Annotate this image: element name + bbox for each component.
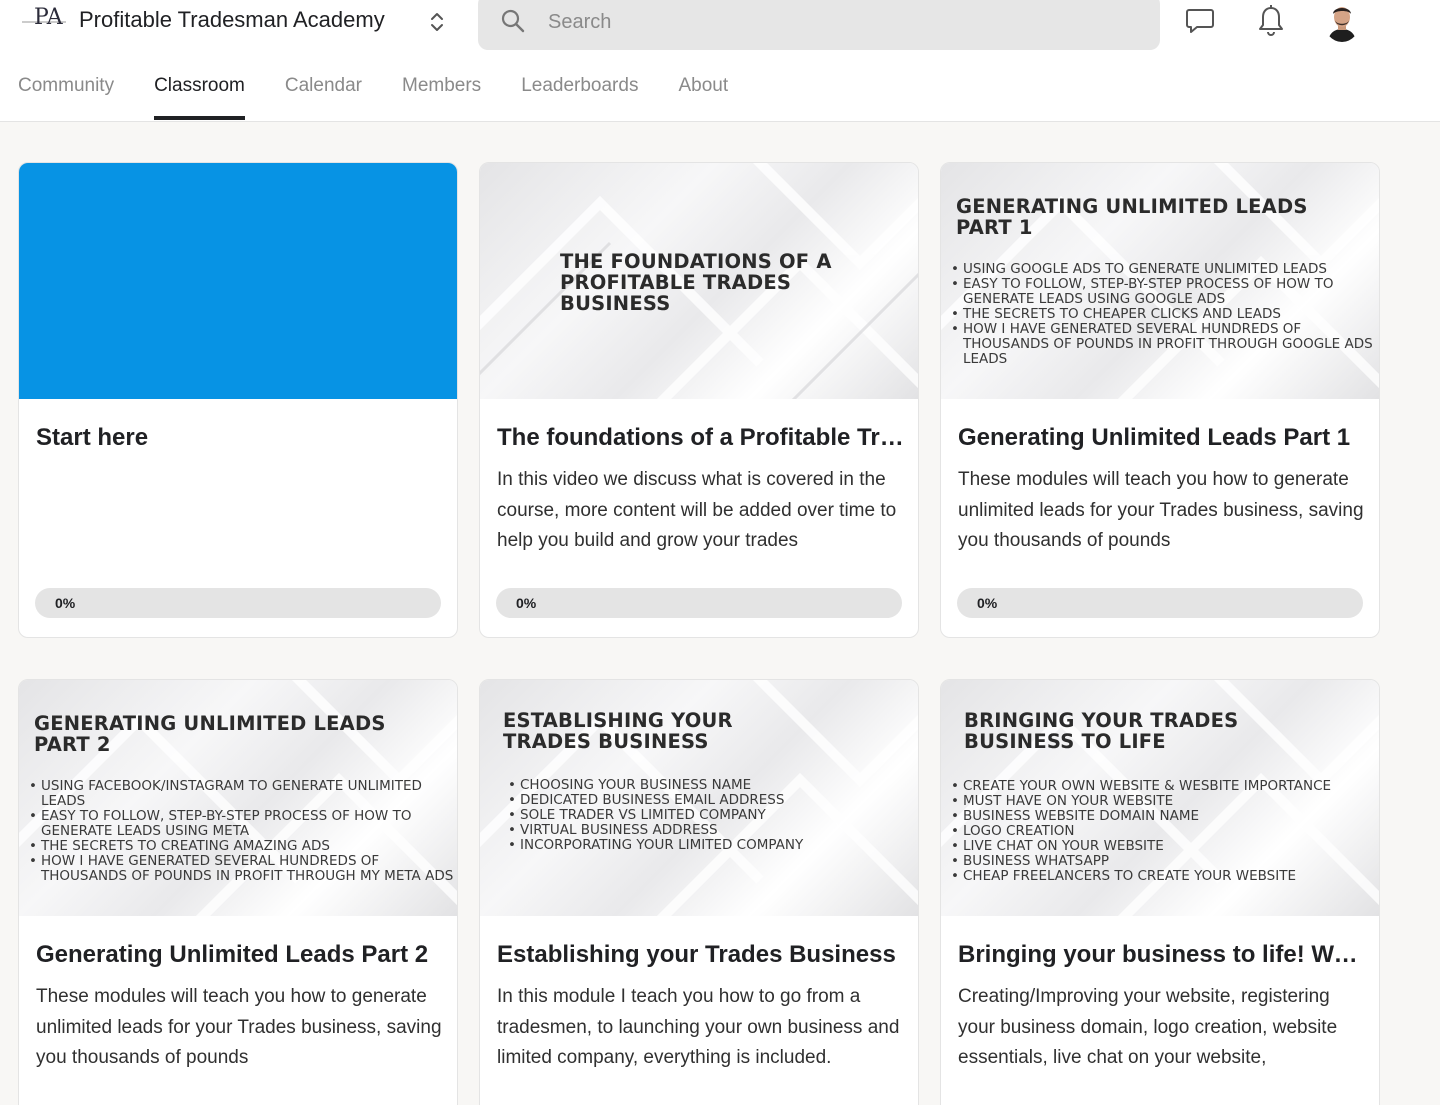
thumbnail-bullet: CREATE YOUR OWN WEBSITE & WESBITE IMPORT… (951, 779, 1379, 795)
progress-bar: 0% (35, 588, 441, 618)
thumbnail-bullet: BUSINESS WHATSAPP (951, 854, 1379, 870)
course-title: Bringing your business to life! Website,… (958, 941, 1368, 968)
thumbnail-bullet: DEDICATED BUSINESS EMAIL ADDRESS (508, 793, 908, 809)
search-bar (478, 0, 1160, 50)
course-description: Creating/Improving your website, registe… (958, 986, 1338, 1068)
thumbnail-bullet: BUSINESS WEBSITE DOMAIN NAME (951, 809, 1379, 825)
logo-icon[interactable]: PA (20, 4, 68, 40)
thumbnail-title: GENERATING UNLIMITED LEADS PART 2 (34, 712, 386, 756)
tab-members[interactable]: Members (402, 72, 481, 120)
thumbnail-bullet: INCORPORATING YOUR LIMITED COMPANY (508, 838, 908, 854)
course-title: Establishing your Trades Business (497, 941, 896, 968)
thumbnail-bullet: CHOOSING YOUR BUSINESS NAME (508, 778, 908, 794)
thumbnail-bullet-list: USING GOOGLE ADS TO GENERATE UNLIMITED L… (951, 262, 1379, 367)
chat-icon[interactable] (1183, 4, 1217, 38)
thumbnail-bullet: THE SECRETS TO CREATING AMAZING ADS (29, 839, 457, 855)
nav-tabs: Community Classroom Calendar Members Lea… (18, 72, 768, 122)
thumbnail-bullet: USING GOOGLE ADS TO GENERATE UNLIMITED L… (951, 262, 1379, 278)
course-card-establishing[interactable]: ESTABLISHING YOUR TRADES BUSINESS CHOOSI… (479, 679, 919, 1105)
thumbnail-bullet-list: CREATE YOUR OWN WEBSITE & WESBITE IMPORT… (951, 779, 1379, 885)
thumbnail-bullet: HOW I HAVE GENERATED SEVERAL HUNDREDS OF… (951, 322, 1379, 367)
search-input[interactable] (548, 8, 1128, 36)
thumbnail-bullet: LIVE CHAT ON YOUR WEBSITE (951, 839, 1379, 855)
thumbnail-bullet: SOLE TRADER VS LIMITED COMPANY (508, 808, 908, 824)
top-header: PA Profitable Tradesman Academy Communit… (0, 0, 1440, 122)
group-name[interactable]: Profitable Tradesman Academy (79, 6, 385, 34)
course-description: In this module I teach you how to go fro… (497, 986, 900, 1068)
logo-letter-p: PA (34, 5, 64, 30)
thumbnail-title: ESTABLISHING YOUR TRADES BUSINESS (503, 709, 733, 753)
search-icon (500, 8, 526, 34)
progress-bar: 0% (496, 588, 902, 618)
course-description: These modules will teach you how to gene… (958, 469, 1364, 551)
chevron-up-down-icon[interactable] (426, 8, 448, 36)
thumbnail-bullet-list: USING FACEBOOK/INSTAGRAM TO GENERATE UNL… (29, 779, 457, 884)
course-title: Generating Unlimited Leads Part 1 (958, 424, 1351, 451)
course-title: Generating Unlimited Leads Part 2 (36, 941, 429, 968)
course-title: The foundations of a Profitable Trades B… (497, 424, 907, 451)
thumbnail-bullet: MUST HAVE ON YOUR WEBSITE (951, 794, 1379, 810)
course-thumbnail: THE FOUNDATIONS OF A PROFITABLE TRADES B… (480, 163, 918, 399)
course-thumbnail: BRINGING YOUR TRADES BUSINESS TO LIFE CR… (941, 680, 1379, 916)
thumbnail-bullet: EASY TO FOLLOW, STEP-BY-STEP PROCESS OF … (29, 809, 457, 839)
course-thumbnail: GENERATING UNLIMITED LEADS PART 2 USING … (19, 680, 457, 916)
progress-bar: 0% (957, 588, 1363, 618)
tab-classroom[interactable]: Classroom (154, 72, 245, 120)
progress-label: 0% (977, 595, 998, 611)
thumbnail-bullet-list: CHOOSING YOUR BUSINESS NAME DEDICATED BU… (508, 778, 908, 854)
tab-community[interactable]: Community (18, 72, 114, 120)
course-card-leads-part-2[interactable]: GENERATING UNLIMITED LEADS PART 2 USING … (18, 679, 458, 1105)
course-thumbnail: ESTABLISHING YOUR TRADES BUSINESS CHOOSI… (480, 680, 918, 916)
thumbnail-title: GENERATING UNLIMITED LEADS PART 1 (956, 195, 1308, 239)
course-card-leads-part-1[interactable]: GENERATING UNLIMITED LEADS PART 1 USING … (940, 162, 1380, 638)
course-card-start-here[interactable]: Start here 0% (18, 162, 458, 638)
course-card-foundations[interactable]: THE FOUNDATIONS OF A PROFITABLE TRADES B… (479, 162, 919, 638)
thumbnail-bullet: USING FACEBOOK/INSTAGRAM TO GENERATE UNL… (29, 779, 457, 809)
course-title: Start here (36, 424, 149, 451)
thumbnail-bullet: HOW I HAVE GENERATED SEVERAL HUNDREDS OF… (29, 854, 457, 884)
thumbnail-bullet: THE SECRETS TO CHEAPER CLICKS AND LEADS (951, 307, 1379, 323)
thumbnail-bullet: EASY TO FOLLOW, STEP-BY-STEP PROCESS OF … (951, 277, 1379, 307)
progress-label: 0% (55, 595, 76, 611)
tab-calendar[interactable]: Calendar (285, 72, 362, 120)
course-thumbnail (19, 163, 457, 399)
thumbnail-bullet: VIRTUAL BUSINESS ADDRESS (508, 823, 908, 839)
tab-leaderboards[interactable]: Leaderboards (521, 72, 638, 120)
course-description: In this video we discuss what is covered… (497, 469, 897, 551)
bell-icon[interactable] (1254, 4, 1288, 38)
progress-label: 0% (516, 595, 537, 611)
course-thumbnail: GENERATING UNLIMITED LEADS PART 1 USING … (941, 163, 1379, 399)
thumbnail-title: THE FOUNDATIONS OF A PROFITABLE TRADES B… (560, 250, 832, 315)
course-card-bringing-to-life[interactable]: BRINGING YOUR TRADES BUSINESS TO LIFE CR… (940, 679, 1380, 1105)
thumbnail-title: BRINGING YOUR TRADES BUSINESS TO LIFE (964, 709, 1239, 753)
course-description: These modules will teach you how to gene… (36, 986, 442, 1068)
thumbnail-bullet: LOGO CREATION (951, 824, 1379, 840)
tab-about[interactable]: About (678, 72, 728, 120)
thumbnail-bullet: CHEAP FREELANCERS TO CREATE YOUR WEBSITE (951, 869, 1379, 885)
avatar[interactable] (1324, 2, 1360, 42)
